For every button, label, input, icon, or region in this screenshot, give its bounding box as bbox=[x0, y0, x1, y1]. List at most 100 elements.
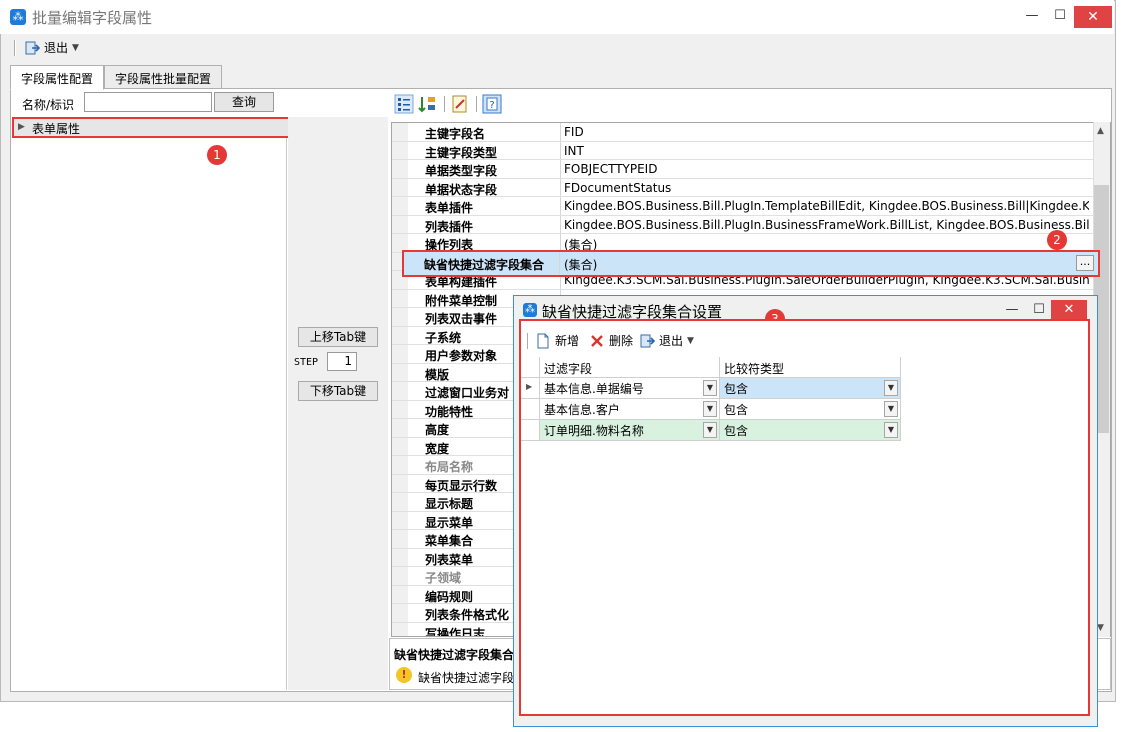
title-bar: ⁂ 批量编辑字段属性 — ☐ ✕ bbox=[0, 0, 1114, 34]
dropdown-arrow-icon[interactable]: ▼ bbox=[884, 401, 898, 417]
main-toolbar: 退出 ▼ bbox=[0, 35, 1114, 61]
new-button[interactable]: 新增 bbox=[535, 330, 579, 352]
property-name: 编码规则 bbox=[425, 589, 474, 604]
dialog-minimize-button[interactable]: — bbox=[998, 300, 1026, 320]
property-row[interactable]: 表单插件 Kingdee.BOS.Business.Bill.PlugIn.Tem… bbox=[392, 197, 1094, 216]
row-gutter bbox=[392, 585, 408, 603]
row-gutter bbox=[392, 511, 408, 529]
move-down-button[interactable]: 下移Tab键 bbox=[298, 381, 378, 401]
move-up-button[interactable]: 上移Tab键 bbox=[298, 327, 378, 347]
property-name: 菜单集合 bbox=[425, 534, 474, 548]
property-row[interactable]: 单据状态字段 FDocumentStatus bbox=[392, 178, 1094, 197]
tab-field-property-batch-config[interactable]: 字段属性批量配置 bbox=[104, 65, 222, 89]
property-name: 每页显示行数 bbox=[425, 478, 498, 493]
dialog-toolbar: 新增 删除 退出 ▼ bbox=[521, 330, 1088, 352]
categorized-view-icon[interactable] bbox=[394, 94, 414, 114]
property-name: 子系统 bbox=[425, 330, 462, 345]
minimize-button[interactable]: — bbox=[1018, 6, 1046, 26]
row-gutter bbox=[392, 530, 408, 548]
dialog-exit-button[interactable]: 退出 ▼ bbox=[639, 330, 694, 352]
tree-item-form-properties[interactable]: ▶ 表单属性 bbox=[12, 117, 290, 138]
grid-cell-compare-type[interactable]: 包含 ▼ bbox=[720, 399, 901, 420]
property-name: 主键字段名 bbox=[425, 127, 486, 141]
row-gutter bbox=[392, 308, 408, 326]
column-divider bbox=[560, 160, 561, 178]
dropdown-arrow-icon[interactable]: ▼ bbox=[703, 401, 717, 417]
dialog-close-button[interactable]: ✕ bbox=[1051, 300, 1087, 320]
help-icon[interactable]: ? bbox=[482, 94, 502, 114]
grid-cell-compare-type[interactable]: 包含 ▼ bbox=[720, 420, 901, 441]
property-name: 高度 bbox=[425, 423, 450, 437]
property-name: 宽度 bbox=[425, 441, 450, 456]
dropdown-arrow-icon[interactable]: ▼ bbox=[884, 380, 898, 396]
scroll-down-icon[interactable]: ▼ bbox=[1097, 623, 1104, 633]
window-title: 批量编辑字段属性 bbox=[32, 9, 153, 27]
exit-icon bbox=[640, 334, 655, 348]
delete-button[interactable]: 删除 bbox=[589, 330, 633, 352]
selected-property-row[interactable]: 缺省快捷过滤字段集合 (集合) ... bbox=[402, 250, 1100, 277]
dropdown-arrow-icon[interactable]: ▼ bbox=[884, 422, 898, 438]
row-gutter bbox=[392, 437, 408, 455]
row-gutter bbox=[392, 197, 408, 215]
property-row[interactable]: 主键字段名 FID bbox=[392, 123, 1094, 142]
property-name: 功能特性 bbox=[425, 404, 474, 419]
property-name: 模版 bbox=[425, 367, 450, 382]
property-value: Kingdee.BOS.Business.Bill.PlugIn.Busines… bbox=[564, 217, 1089, 232]
property-value: (集合) bbox=[564, 258, 598, 272]
row-gutter bbox=[392, 548, 408, 566]
cell-text: 基本信息.单据编号 bbox=[544, 382, 644, 396]
exit-label: 退出 bbox=[44, 41, 69, 55]
dropdown-arrow-icon[interactable]: ▼ bbox=[703, 422, 717, 438]
close-button[interactable]: ✕ bbox=[1074, 6, 1112, 28]
property-pages-icon[interactable] bbox=[450, 94, 470, 114]
column-header-filter-field[interactable]: 过滤字段 bbox=[540, 357, 720, 378]
expand-arrow-icon[interactable]: ▶ bbox=[18, 122, 25, 132]
mover-panel bbox=[288, 117, 388, 690]
column-divider bbox=[560, 215, 561, 233]
cell-text: 基本信息.客户 bbox=[544, 403, 620, 417]
query-button[interactable]: 查询 bbox=[214, 92, 274, 112]
row-gutter bbox=[392, 622, 408, 636]
name-id-input[interactable] bbox=[84, 92, 212, 112]
property-name: 列表插件 bbox=[425, 219, 474, 234]
property-row[interactable]: 列表插件 Kingdee.BOS.Business.Bill.PlugIn.Bus… bbox=[392, 215, 1094, 234]
property-value: INT bbox=[564, 143, 584, 158]
grid-cell-compare-type[interactable]: 包含 ▼ bbox=[720, 378, 901, 399]
column-header-compare-type[interactable]: 比较符类型 bbox=[720, 357, 901, 378]
warning-icon: ! bbox=[396, 667, 412, 683]
row-gutter bbox=[392, 123, 408, 141]
property-row[interactable]: 主键字段类型 INT bbox=[392, 141, 1094, 160]
chevron-down-icon[interactable]: ▼ bbox=[687, 330, 694, 352]
column-divider bbox=[560, 178, 561, 196]
grid-cell-filter-field[interactable]: 订单明细.物料名称 ▼ bbox=[540, 420, 720, 441]
maximize-button[interactable]: ☐ bbox=[1046, 6, 1074, 26]
exit-button[interactable]: 退出 ▼ bbox=[24, 37, 79, 59]
property-name: 列表菜单 bbox=[425, 552, 474, 567]
dropdown-arrow-icon[interactable]: ▼ bbox=[703, 380, 717, 396]
toolbar-separator bbox=[476, 96, 478, 112]
grid-cell-filter-field[interactable]: 基本信息.单据编号 ▼ bbox=[540, 378, 720, 399]
row-gutter bbox=[392, 215, 408, 233]
column-divider bbox=[560, 234, 561, 252]
property-name: 单据类型字段 bbox=[425, 164, 498, 178]
toolbar-separator bbox=[14, 40, 16, 56]
property-value: Kingdee.BOS.Business.Bill.PlugIn.Templat… bbox=[564, 199, 1089, 213]
row-gutter bbox=[392, 363, 408, 381]
dialog-maximize-button[interactable]: ☐ bbox=[1025, 300, 1053, 320]
annotation-badge-2: 2 bbox=[1047, 230, 1067, 250]
ellipsis-button[interactable]: ... bbox=[1076, 255, 1094, 271]
sort-alphabetical-icon[interactable] bbox=[418, 94, 438, 114]
property-row[interactable]: 单据类型字段 FOBJECTTYPEID bbox=[392, 160, 1094, 179]
property-name: 过滤窗口业务对 bbox=[425, 386, 510, 400]
chevron-down-icon[interactable]: ▼ bbox=[72, 37, 79, 59]
grid-row-header bbox=[521, 399, 540, 420]
scroll-up-icon[interactable]: ▲ bbox=[1097, 126, 1104, 136]
step-input[interactable]: 1 bbox=[327, 352, 357, 371]
property-name: 附件菜单控制 bbox=[425, 293, 498, 308]
grid-cell-filter-field[interactable]: 基本信息.客户 ▼ bbox=[540, 399, 720, 420]
exit-icon bbox=[25, 41, 40, 55]
row-gutter bbox=[392, 400, 408, 418]
property-name: 写操作日志 bbox=[425, 626, 486, 637]
delete-icon bbox=[591, 335, 603, 347]
tab-field-property-config[interactable]: 字段属性配置 bbox=[10, 65, 104, 90]
